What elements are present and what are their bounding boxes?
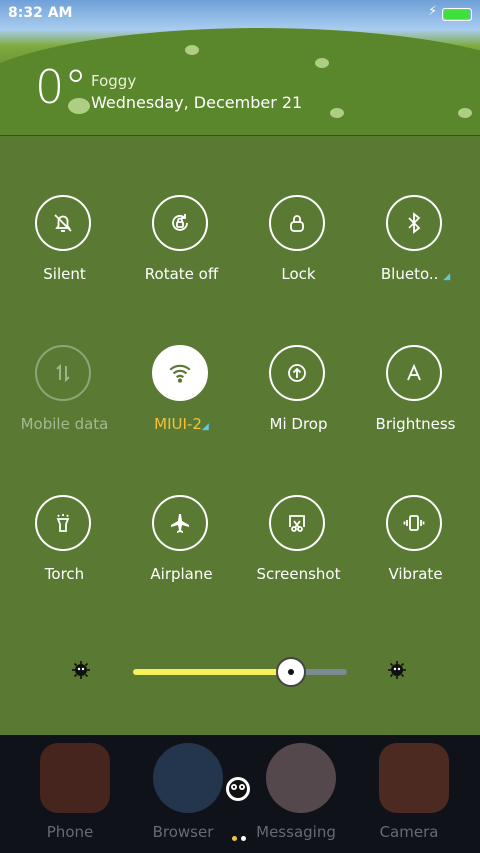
brightness-slider-fill[interactable] bbox=[133, 669, 291, 675]
toggle-label: Lock bbox=[281, 265, 316, 283]
page-indicator bbox=[232, 826, 250, 845]
app-label: Phone bbox=[46, 823, 94, 841]
rotate-lock-icon bbox=[152, 195, 208, 251]
browser-app-icon bbox=[153, 743, 223, 813]
toggle-label: Brightness bbox=[375, 415, 456, 433]
more-indicator-icon: ◢ bbox=[201, 422, 209, 432]
toggle-label: Airplane bbox=[150, 565, 213, 583]
toggle-lock[interactable]: Lock bbox=[240, 195, 357, 345]
screenshot-icon bbox=[269, 495, 325, 551]
mobile-data-icon bbox=[35, 345, 91, 401]
mi-drop-icon bbox=[269, 345, 325, 401]
vibrate-icon bbox=[386, 495, 442, 551]
sparkle-decoration bbox=[185, 45, 199, 55]
lightning-icon: ⚡ bbox=[428, 4, 438, 19]
toggle-vibrate[interactable]: Vibrate bbox=[357, 495, 474, 645]
bluetooth-label: Blueto.. bbox=[380, 265, 439, 283]
toggle-label: Mobile data bbox=[20, 415, 109, 433]
sparkle-decoration bbox=[315, 58, 329, 68]
app-label: Browser bbox=[152, 823, 214, 841]
toggle-label: MIUI-2◢ bbox=[123, 415, 240, 433]
toggle-torch[interactable]: Torch bbox=[6, 495, 123, 645]
app-phone[interactable]: Phone bbox=[10, 735, 130, 853]
messaging-app-icon bbox=[266, 743, 336, 813]
app-camera[interactable]: Camera bbox=[349, 735, 469, 853]
brightness-slider-thumb[interactable] bbox=[276, 657, 306, 687]
toggle-wifi[interactable]: MIUI-2◢ bbox=[123, 345, 240, 495]
toggle-label: Screenshot bbox=[256, 565, 341, 583]
torch-icon bbox=[35, 495, 91, 551]
weather-condition: Foggy bbox=[91, 72, 137, 90]
brightness-auto-icon bbox=[386, 345, 442, 401]
toggle-label: Vibrate bbox=[388, 565, 443, 583]
toggle-label: Silent bbox=[43, 265, 86, 283]
page-dot-active bbox=[232, 836, 237, 841]
phone-app-icon bbox=[40, 743, 110, 813]
more-indicator-icon: ◢ bbox=[443, 272, 451, 282]
temperature[interactable]: 0° bbox=[35, 64, 87, 110]
toggle-rotate[interactable]: Rotate off bbox=[123, 195, 240, 345]
camera-app-icon bbox=[379, 743, 449, 813]
wifi-network-label: MIUI-2 bbox=[154, 415, 202, 433]
page-dot bbox=[241, 836, 246, 841]
toggle-label: Mi Drop bbox=[269, 415, 328, 433]
toggle-brightness[interactable]: Brightness bbox=[357, 345, 474, 495]
app-messaging[interactable]: Messaging bbox=[236, 735, 356, 853]
brightness-high-icon[interactable] bbox=[387, 660, 407, 680]
toggle-airplane[interactable]: Airplane bbox=[123, 495, 240, 645]
toggle-mobile-data[interactable]: Mobile data bbox=[6, 345, 123, 495]
bell-off-icon bbox=[35, 195, 91, 251]
soot-sprite-icon bbox=[222, 773, 254, 805]
app-label: Messaging bbox=[256, 823, 336, 841]
sparkle-decoration bbox=[330, 108, 344, 118]
wifi-icon bbox=[152, 345, 208, 401]
brightness-low-icon[interactable] bbox=[71, 660, 91, 680]
app-label: Camera bbox=[379, 823, 439, 841]
clock: 8:32 AM bbox=[8, 5, 73, 21]
weather-header: 8:32 AM ⚡ 0° Foggy Wednesday, December 2… bbox=[0, 0, 480, 135]
toggle-label: Torch bbox=[44, 565, 85, 583]
toggle-bluetooth[interactable]: Blueto.. ◢ bbox=[357, 195, 474, 345]
sparkle-decoration bbox=[458, 108, 472, 118]
airplane-icon bbox=[152, 495, 208, 551]
toggle-label: Blueto.. ◢ bbox=[357, 265, 474, 283]
toggle-silent[interactable]: Silent bbox=[6, 195, 123, 345]
date[interactable]: Wednesday, December 21 bbox=[91, 93, 302, 112]
toggle-label: Rotate off bbox=[144, 265, 219, 283]
battery-icon bbox=[442, 8, 472, 21]
toggle-screenshot[interactable]: Screenshot bbox=[240, 495, 357, 645]
toggle-mi-drop[interactable]: Mi Drop bbox=[240, 345, 357, 495]
lock-icon bbox=[269, 195, 325, 251]
status-bar: 8:32 AM ⚡ bbox=[0, 0, 480, 28]
bluetooth-icon bbox=[386, 195, 442, 251]
